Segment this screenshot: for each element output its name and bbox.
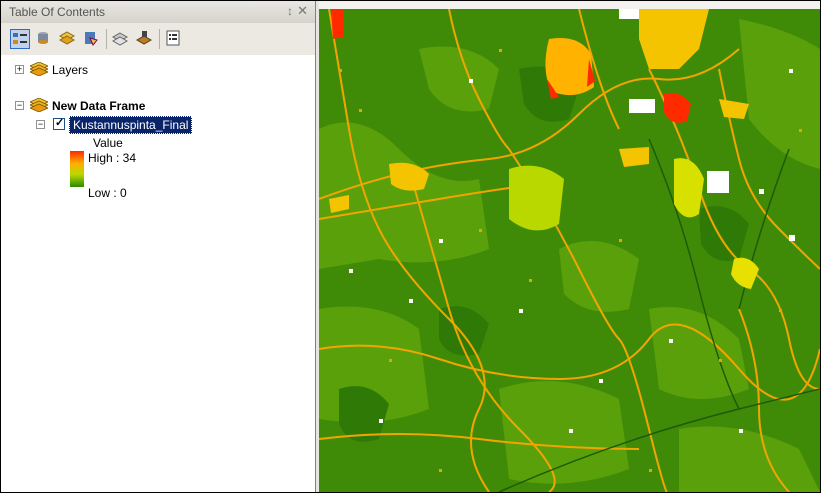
data-frame-icon bbox=[30, 98, 48, 112]
layers-label[interactable]: Layers bbox=[52, 63, 88, 77]
list-by-visibility-button[interactable] bbox=[58, 29, 78, 49]
toc-title: Table Of Contents bbox=[9, 5, 106, 19]
map-view[interactable] bbox=[319, 9, 820, 492]
options-icon bbox=[166, 30, 180, 46]
table-of-contents-panel: Table Of Contents ↕ ✕ + Layers − New Dat… bbox=[1, 1, 316, 492]
checkmark-icon: ✓ bbox=[55, 117, 65, 129]
legend-title: Value bbox=[93, 136, 123, 150]
toc-toolbar bbox=[1, 23, 315, 56]
list-by-drawing-order-button[interactable] bbox=[10, 29, 30, 49]
toc-tree: + Layers − New Data Frame − ✓ Kustannusp… bbox=[1, 55, 315, 492]
toc-title-bar: Table Of Contents ↕ ✕ bbox=[1, 1, 315, 24]
layers-options-button[interactable] bbox=[111, 29, 131, 49]
list-by-visibility-icon bbox=[59, 31, 75, 45]
list-by-source-button[interactable] bbox=[34, 29, 54, 49]
toggle-layers-icon bbox=[136, 31, 152, 45]
auto-hide-pin-icon[interactable]: ↕ bbox=[287, 4, 293, 18]
expand-layers-button[interactable]: + bbox=[15, 65, 24, 74]
list-by-selection-button[interactable] bbox=[82, 29, 102, 49]
collapse-layer-button[interactable]: − bbox=[36, 120, 45, 129]
layers-icon bbox=[30, 62, 48, 76]
map-toolbar-strip bbox=[319, 1, 820, 9]
raster-map[interactable] bbox=[319, 9, 820, 492]
list-by-source-icon bbox=[38, 32, 48, 44]
toolbar-separator bbox=[159, 29, 160, 49]
layers-options-icon bbox=[112, 32, 128, 46]
arcmap-window: Table Of Contents ↕ ✕ + Layers − New Dat… bbox=[0, 0, 821, 493]
data-frame-label[interactable]: New Data Frame bbox=[52, 99, 145, 113]
list-by-drawing-order-icon bbox=[13, 33, 27, 44]
toolbar-separator bbox=[106, 29, 107, 49]
list-by-selection-icon bbox=[85, 32, 98, 46]
legend-high-label: High : 34 bbox=[88, 151, 137, 165]
close-icon[interactable]: ✕ bbox=[297, 3, 308, 19]
layer-name-selected[interactable]: Kustannuspinta_Final bbox=[69, 116, 193, 134]
collapse-data-frame-button[interactable]: − bbox=[15, 101, 24, 110]
options-button[interactable] bbox=[164, 29, 184, 49]
legend-low-label: Low : 0 bbox=[88, 186, 127, 200]
toggle-layers-button[interactable] bbox=[135, 29, 155, 49]
legend-color-ramp bbox=[70, 151, 84, 187]
layer-visibility-checkbox[interactable]: ✓ bbox=[53, 117, 65, 130]
